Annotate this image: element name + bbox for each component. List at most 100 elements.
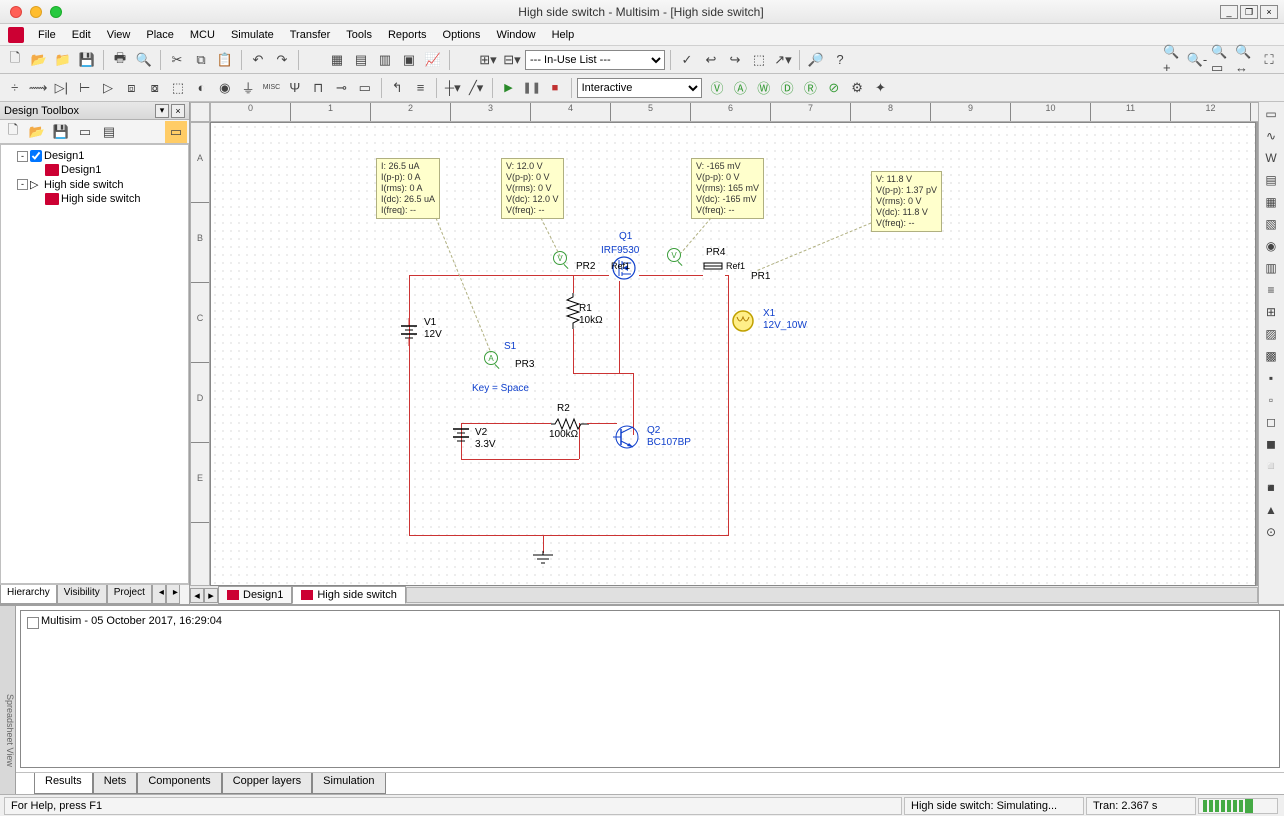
toolbox-close-icon[interactable]: × <box>171 104 185 118</box>
grapher-icon[interactable]: 📈 <box>422 49 444 71</box>
freq-counter-icon[interactable]: ◉ <box>1261 236 1281 256</box>
network-analyzer-icon[interactable]: ▫ <box>1261 390 1281 410</box>
dc-source-v2-icon[interactable] <box>451 423 471 447</box>
menu-window[interactable]: Window <box>488 26 543 44</box>
spectrum-icon[interactable]: ▪ <box>1261 368 1281 388</box>
tab-results[interactable]: Results <box>34 773 93 794</box>
place-mixed-icon[interactable]: ◐ <box>191 77 212 99</box>
open-design-icon[interactable]: 📁 <box>52 49 74 71</box>
menu-reports[interactable]: Reports <box>380 26 435 44</box>
logic-converter-icon[interactable]: ⊞ <box>1261 302 1281 322</box>
ultiboard-icon[interactable]: ⬚ <box>748 49 770 71</box>
redo-icon[interactable]: ↷ <box>271 49 293 71</box>
tree-checkbox[interactable] <box>30 150 42 162</box>
menu-simulate[interactable]: Simulate <box>223 26 282 44</box>
toggle-spreadsheet-icon[interactable]: ▤ <box>350 49 372 71</box>
menu-mcu[interactable]: MCU <box>182 26 223 44</box>
tab-nets[interactable]: Nets <box>93 773 138 794</box>
expand-icon[interactable]: - <box>17 179 28 190</box>
menu-tools[interactable]: Tools <box>338 26 380 44</box>
probe-power-icon[interactable]: Ⓦ <box>753 77 774 99</box>
function-gen-icon[interactable]: ∿ <box>1261 126 1281 146</box>
log-output[interactable]: Multisim - 05 October 2017, 16:29:04 <box>20 610 1280 768</box>
place-indicator-icon[interactable]: ◉ <box>214 77 235 99</box>
agilent-fgen-icon[interactable]: ◻ <box>1261 412 1281 432</box>
place-power-icon[interactable]: ⏚ <box>237 77 258 99</box>
menu-options[interactable]: Options <box>435 26 489 44</box>
multimeter-icon[interactable]: ▭ <box>1261 104 1281 124</box>
in-use-list-select[interactable]: --- In-Use List --- <box>525 50 665 70</box>
component-wizard-icon[interactable]: ⊟▾ <box>501 49 523 71</box>
maximize-window-icon[interactable] <box>50 6 62 18</box>
place-ttl-icon[interactable]: ⧈ <box>121 77 142 99</box>
place-diode-icon[interactable]: ▷| <box>51 77 72 99</box>
place-misc-icon[interactable]: MISC <box>261 77 282 99</box>
lamp-x1-icon[interactable] <box>731 309 755 333</box>
database-manager-icon[interactable]: ▣ <box>398 49 420 71</box>
tree-node-highside-child[interactable]: High side switch <box>3 192 186 206</box>
tab-hierarchy[interactable]: Hierarchy <box>0 585 57 604</box>
place-cmos-icon[interactable]: ⧇ <box>144 77 165 99</box>
place-analog-icon[interactable]: ▷ <box>97 77 118 99</box>
cut-icon[interactable]: ✂ <box>166 49 188 71</box>
probe-current-icon[interactable]: Ⓐ <box>730 77 751 99</box>
toolbox-dropdown-icon[interactable]: ▾ <box>155 104 169 118</box>
wattmeter-icon[interactable]: W <box>1261 148 1281 168</box>
save-icon[interactable]: 💾 <box>76 49 98 71</box>
four-ch-scope-icon[interactable]: ▦ <box>1261 192 1281 212</box>
find-icon[interactable]: 🔎 <box>805 49 827 71</box>
simulation-mode-select[interactable]: Interactive <box>577 78 703 98</box>
expand-icon[interactable]: - <box>17 151 28 162</box>
probe-voltage-icon[interactable]: Ⓥ <box>706 77 727 99</box>
probe-ref-icon[interactable]: Ⓡ <box>800 77 821 99</box>
run-simulation-icon[interactable]: ▶ <box>498 77 519 99</box>
erc-icon[interactable]: ✓ <box>676 49 698 71</box>
place-connector-icon[interactable]: ⊸ <box>331 77 352 99</box>
place-bus-icon[interactable]: ≡ <box>410 77 431 99</box>
tab-copper-layers[interactable]: Copper layers <box>222 773 312 794</box>
rename-folder-icon[interactable]: ▭ <box>165 121 187 143</box>
probe-diff-icon[interactable]: Ⓓ <box>776 77 797 99</box>
menu-edit[interactable]: Edit <box>64 26 99 44</box>
toggle-netlist-icon[interactable]: ▥ <box>374 49 396 71</box>
open-icon[interactable]: 📂 <box>28 49 50 71</box>
current-probe-icon[interactable]: ⊙ <box>1261 522 1281 542</box>
place-source-icon[interactable]: ÷ <box>4 77 25 99</box>
fuse-symbol-icon[interactable] <box>704 260 724 272</box>
zoom-out-icon[interactable]: 🔍- <box>1186 49 1208 71</box>
back-annotate-icon[interactable]: ↩ <box>700 49 722 71</box>
project-props-icon[interactable]: ▤ <box>98 121 120 143</box>
tab-scroll-left-icon[interactable]: ◂ <box>152 585 166 604</box>
ground-symbol-icon[interactable] <box>531 551 555 567</box>
agilent-scope-icon[interactable]: ◼ <box>1261 434 1281 454</box>
probe-pr2-icon[interactable]: V <box>553 251 567 265</box>
place-mcu-icon[interactable]: ▭ <box>354 77 375 99</box>
copy-icon[interactable]: ⧉ <box>190 49 212 71</box>
open-project-icon[interactable]: 📂 <box>26 121 48 143</box>
zoom-in-icon[interactable]: 🔍+ <box>1162 49 1184 71</box>
tab-scroll-left-icon[interactable]: ◂ <box>190 588 204 603</box>
document-tab-highside[interactable]: High side switch <box>292 586 405 604</box>
menu-view[interactable]: View <box>99 26 139 44</box>
menu-transfer[interactable]: Transfer <box>282 26 339 44</box>
place-misc-digital-icon[interactable]: ⬚ <box>167 77 188 99</box>
place-transistor-icon[interactable]: ⊢ <box>74 77 95 99</box>
new-project-icon[interactable]: 🗋 <box>2 121 24 143</box>
tab-scroll-right-icon[interactable]: ▸ <box>166 585 180 604</box>
place-basic-icon[interactable]: ⟿ <box>27 77 48 99</box>
tab-scroll-right-icon[interactable]: ▸ <box>204 588 218 603</box>
mdi-close-icon[interactable]: × <box>1260 5 1278 19</box>
dc-source-v1-icon[interactable] <box>399 318 419 346</box>
pause-simulation-icon[interactable]: ❚❚ <box>521 77 542 99</box>
probe-settings-icon[interactable]: ⚙ <box>846 77 867 99</box>
zoom-area-icon[interactable]: 🔍▭ <box>1210 49 1232 71</box>
menu-help[interactable]: Help <box>544 26 583 44</box>
place-rf-icon[interactable]: Ψ <box>284 77 305 99</box>
tek-scope-icon[interactable]: ◾ <box>1261 478 1281 498</box>
tab-visibility[interactable]: Visibility <box>57 585 107 604</box>
minimize-window-icon[interactable] <box>30 6 42 18</box>
paste-icon[interactable]: 📋 <box>214 49 236 71</box>
component-chooser-icon[interactable]: ⊞▾ <box>477 49 499 71</box>
wire-icon[interactable]: ╱▾ <box>465 77 486 99</box>
oscilloscope-icon[interactable]: ▤ <box>1261 170 1281 190</box>
